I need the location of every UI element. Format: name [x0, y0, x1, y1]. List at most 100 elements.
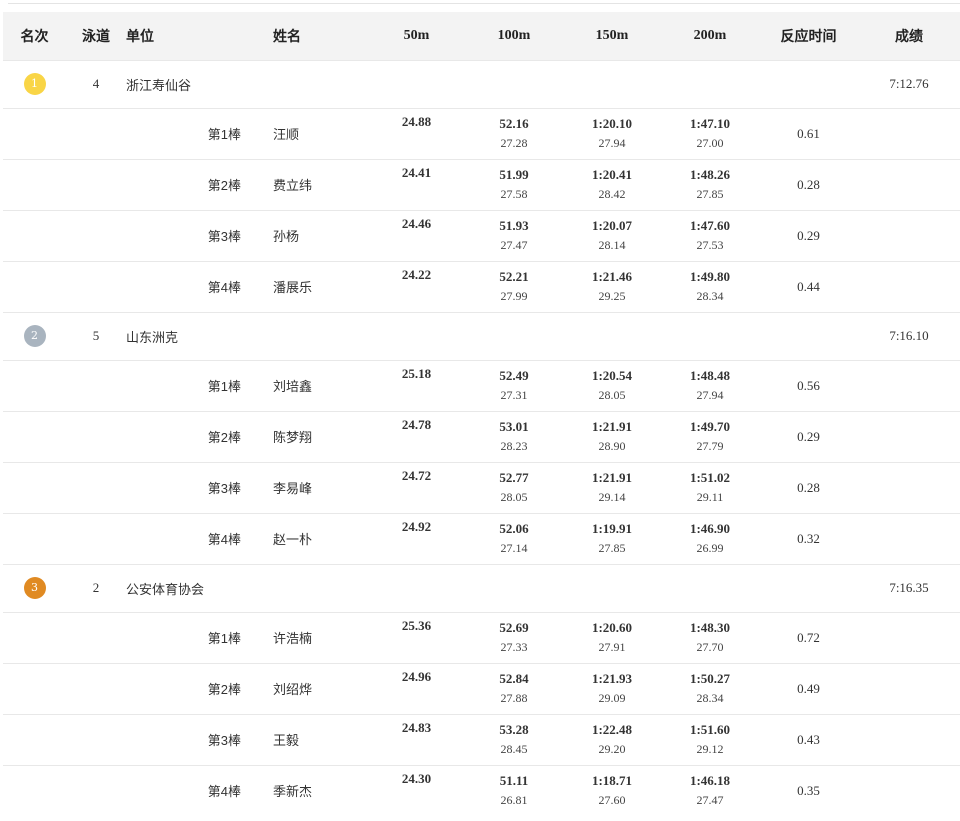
- cumulative-value: 1:47.10: [689, 115, 731, 131]
- empty-cell: [66, 512, 126, 564]
- reaction-time: 0.35: [759, 764, 858, 816]
- swimmer-name: 潘展乐: [273, 260, 368, 312]
- lap-split-value: 27.94: [598, 135, 626, 150]
- empty-cell: [858, 158, 960, 210]
- swimmer-name: 费立纬: [273, 158, 368, 210]
- lap-split-value: 27.85: [598, 540, 626, 555]
- lap-split: 29.12: [661, 739, 759, 759]
- empty-cell: [661, 563, 759, 612]
- lap-split: 27.79: [661, 436, 759, 456]
- leg-cell: 第4棒: [126, 260, 273, 312]
- empty-cell: [858, 713, 960, 765]
- lap-split-value: 27.28: [500, 135, 528, 150]
- empty-cell: [66, 662, 126, 714]
- lap-split-value: 26.81: [500, 792, 528, 807]
- reaction-time: 0.28: [759, 461, 858, 513]
- rank-cell: 1: [3, 59, 66, 108]
- empty-cell: [858, 611, 960, 663]
- split-50m: 25.36: [368, 611, 465, 663]
- split-cell-s150: 1:20.10 27.94: [563, 107, 661, 159]
- leg-cell: 第4棒: [126, 764, 273, 816]
- cumulative-value: 52.21: [499, 268, 529, 284]
- cumulative-time: 53.01: [465, 417, 563, 436]
- lap-split-value: 28.14: [598, 237, 626, 252]
- team-row: 2 5 山东洲克 7:16.10: [3, 311, 960, 360]
- lap-split-value: 27.14: [500, 540, 528, 555]
- cumulative-time: 51.11: [465, 771, 563, 790]
- split-50m: 24.88: [368, 107, 465, 159]
- empty-cell: [563, 563, 661, 612]
- cumulative-time: 1:48.30: [661, 618, 759, 637]
- cumulative-value: 1:46.18: [689, 772, 731, 788]
- empty-cell: [66, 107, 126, 159]
- empty-cell: [858, 662, 960, 714]
- lap-split: 28.42: [563, 184, 661, 204]
- split-50m: 24.92: [368, 512, 465, 564]
- split-cell-s200: 1:51.60 29.12: [661, 713, 759, 765]
- empty-cell: [3, 209, 66, 261]
- cumulative-value: 1:20.60: [591, 619, 633, 635]
- lap-split: 27.47: [661, 790, 759, 810]
- lap-split: 27.33: [465, 637, 563, 657]
- leg-cell: 第2棒: [126, 410, 273, 462]
- lap-split: 27.14: [465, 538, 563, 558]
- leg-cell: 第3棒: [126, 209, 273, 261]
- empty-cell: [563, 311, 661, 360]
- split-cell-s100: 51.93 27.47: [465, 209, 563, 261]
- lap-split: 27.53: [661, 235, 759, 255]
- lap-split: 28.05: [465, 487, 563, 507]
- unit-cell: 浙江寿仙谷: [126, 59, 273, 108]
- cumulative-time: 1:47.60: [661, 216, 759, 235]
- cumulative-time: 1:21.46: [563, 267, 661, 286]
- lane-cell: 4: [66, 59, 126, 108]
- relay-leg-row: 第3棒 李易峰 24.72 52.77 28.05 1:21.91 29.14 1:51.02…: [3, 461, 960, 513]
- rank-cell: 3: [3, 563, 66, 612]
- cumulative-time: 1:20.10: [563, 114, 661, 133]
- split-50m: 24.30: [368, 764, 465, 816]
- lap-split: 29.14: [563, 487, 661, 507]
- empty-cell: [66, 713, 126, 765]
- lap-split-value: 27.47: [696, 792, 724, 807]
- lap-split-value: 29.11: [696, 489, 724, 504]
- result-cell: 7:16.10: [858, 311, 960, 360]
- split-cell-s100: 52.49 27.31: [465, 359, 563, 411]
- empty-cell: [66, 359, 126, 411]
- lap-split-value: 28.42: [598, 186, 626, 201]
- header-lane: 泳道: [82, 27, 110, 44]
- medal-badge: 1: [23, 73, 46, 95]
- empty-cell: [3, 158, 66, 210]
- cumulative-value: 1:48.26: [689, 166, 731, 182]
- lap-split: 27.31: [465, 385, 563, 405]
- split-50m: 24.22: [368, 260, 465, 312]
- lap-split-value: 28.23: [500, 438, 528, 453]
- header-rank: 名次: [20, 27, 49, 44]
- lap-split-value: 28.34: [696, 690, 724, 705]
- swimmer-name: 李易峰: [273, 461, 368, 513]
- cumulative-value: 1:49.70: [689, 418, 731, 434]
- cumulative-value: 1:47.60: [689, 217, 731, 233]
- empty-cell: [66, 611, 126, 663]
- cumulative-time: 1:49.80: [661, 267, 759, 286]
- cumulative-value: 1:20.07: [591, 217, 633, 233]
- empty-cell: [3, 410, 66, 462]
- empty-cell: [465, 311, 563, 360]
- empty-cell: [3, 764, 66, 816]
- split-cell-s200: 1:50.27 28.34: [661, 662, 759, 714]
- cumulative-value: 51.11: [499, 772, 529, 788]
- split-cell-s150: 1:20.07 28.14: [563, 209, 661, 261]
- lap-split-value: 26.99: [696, 540, 724, 555]
- split-cell-s100: 52.77 28.05: [465, 461, 563, 513]
- empty-cell: [66, 209, 126, 261]
- leg-cell: 第3棒: [126, 461, 273, 513]
- relay-leg-row: 第3棒 王毅 24.83 53.28 28.45 1:22.48 29.20 1:51.60 2…: [3, 713, 960, 765]
- cumulative-value: 1:51.60: [689, 721, 731, 737]
- cumulative-value: 51.93: [499, 217, 529, 233]
- cumulative-value: 1:21.91: [591, 418, 633, 434]
- cumulative-value: 1:21.46: [591, 268, 633, 284]
- swimmer-name: 王毅: [273, 713, 368, 765]
- lap-split: 29.20: [563, 739, 661, 759]
- split-cell-s200: 1:47.60 27.53: [661, 209, 759, 261]
- cumulative-value: 52.16: [499, 115, 529, 131]
- split-cell-s200: 1:51.02 29.11: [661, 461, 759, 513]
- lap-split-value: 27.53: [696, 237, 724, 252]
